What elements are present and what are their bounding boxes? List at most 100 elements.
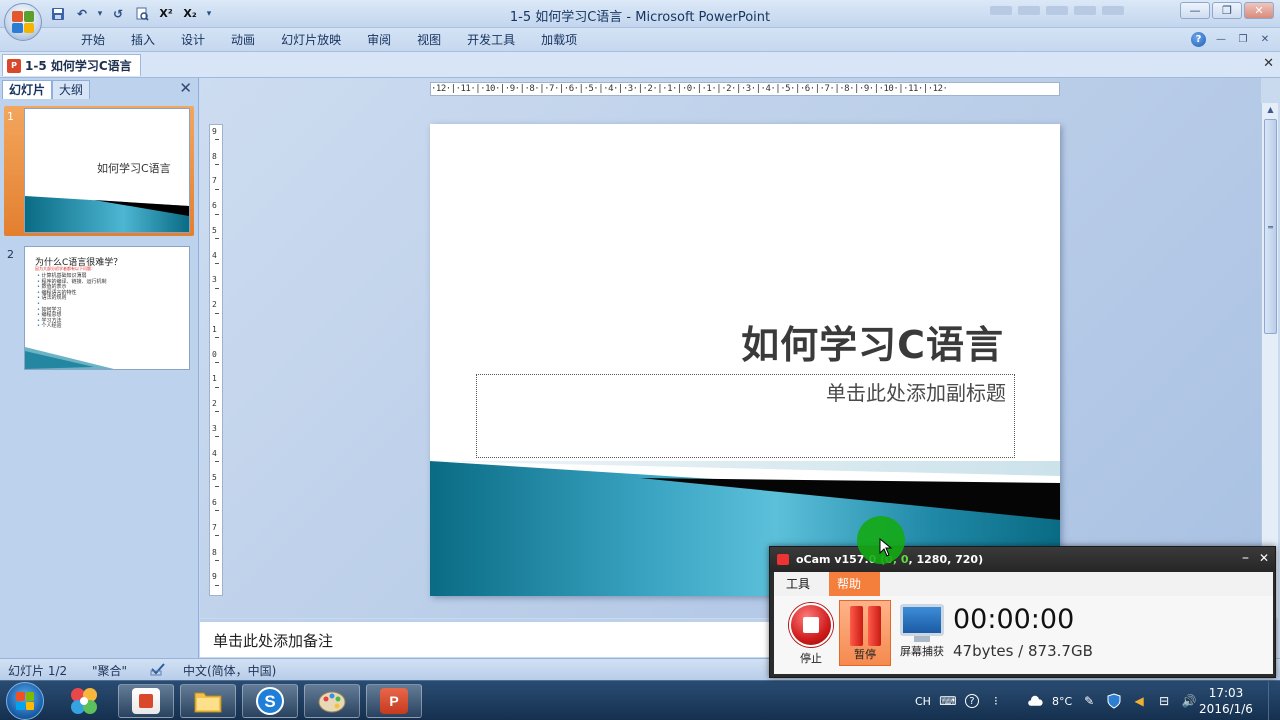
slides-panel: 幻灯片 大纲 ✕ 1 如何学习C语言 2 为什么C语言很难学？ 因为大部分初学者… [0,78,199,658]
ruler-label: 5 [212,225,217,235]
document-close-icon[interactable]: ✕ [1263,56,1274,71]
ocam-close-button[interactable]: ✕ [1259,551,1269,566]
tab-view[interactable]: 视图 [404,32,454,48]
svg-text:S: S [264,692,275,711]
tab-slides[interactable]: 幻灯片 [2,80,53,99]
shield-icon[interactable] [1106,693,1122,709]
ruler-label: 2 [212,399,217,409]
screen-capture-button[interactable]: 屏幕捕获 [894,600,950,666]
system-clock[interactable]: 17:03 2016/1/6 [1196,685,1256,717]
office-button[interactable] [4,3,42,41]
taskbar-app-photos[interactable] [56,684,112,718]
ruler-label: 9 [212,572,217,582]
clock-date: 2016/1/6 [1199,702,1253,716]
taskbar-app-sogou[interactable]: S [242,684,298,718]
stop-button[interactable]: 停止 [785,600,837,666]
input-language-indicator[interactable]: CH [915,695,931,708]
panel-close-icon[interactable]: ✕ [179,79,192,97]
ruler-tick [215,436,219,438]
keyboard-icon[interactable]: ⌨ [939,693,956,709]
ocam-title-bar[interactable]: oCam v157.0 (0, 0, 1280, 720) – ✕ [770,547,1275,572]
stop-icon [789,603,833,647]
edit-tool-icon[interactable]: ✎ [1081,693,1097,709]
tab-insert[interactable]: 插入 [118,32,168,48]
pause-button[interactable]: 暂停 [839,600,891,666]
monitor-icon [900,604,944,636]
show-desktop-button[interactable] [1268,681,1280,720]
menu-tools[interactable]: 工具 [778,572,818,596]
ruler-tick [215,188,219,190]
tab-review[interactable]: 审阅 [354,32,404,48]
thumbnail-wave-graphic [25,347,114,369]
start-button[interactable] [6,682,44,720]
slide-title[interactable]: 如何学习C语言 [741,314,1004,369]
menu-help[interactable]: 帮助 [829,572,880,596]
ocam-menu-bar: 工具 帮助 [774,572,1273,596]
ruler-tick [215,411,219,413]
thumbnail-title: 如何学习C语言 [97,162,171,175]
input-method-icon[interactable]: ⁝ [988,693,1004,709]
tab-home[interactable]: 开始 [68,32,118,48]
thumbnail-bullets: 计算机基础知识薄弱 程序的编译、链接、运行机制 数值的表示 编程语言的特性 语法… [37,273,107,330]
tab-addins[interactable]: 加载项 [528,32,590,48]
doc-close-button[interactable]: ✕ [1258,34,1272,45]
minimize-button[interactable]: — [1180,2,1210,19]
ruler-tick [215,213,219,215]
doc-minimize-button[interactable]: — [1214,34,1228,45]
help-icon[interactable]: ? [964,694,979,708]
ruler-label: 4 [212,448,217,458]
ribbon-tabs-bar: 开始 插入 设计 动画 幻灯片放映 审阅 视图 开发工具 加载项 ? — ❐ ✕ [0,28,1280,52]
slide-count: 幻灯片 1/2 [8,664,68,678]
scroll-up-icon[interactable]: ▲ [1263,103,1278,117]
volume-icon[interactable]: 🔊 [1181,693,1197,709]
temperature-label[interactable]: 8°C [1052,695,1072,708]
subtitle-placeholder-box[interactable]: 单击此处添加副标题 [476,374,1015,458]
ruler-label: 5 [212,473,217,483]
taskbar: S P CH ⌨ ? ⁝ 8°C ✎ ◀ ⊟ 🔊 17:03 2016/1/6 [0,680,1280,720]
pinwheel-icon [71,688,97,714]
ruler-tick [215,312,219,314]
close-button[interactable]: ✕ [1244,2,1274,19]
slide-thumbnail-1[interactable]: 如何学习C语言 [24,108,190,233]
tab-developer[interactable]: 开发工具 [454,32,528,48]
clock-time: 17:03 [1208,686,1244,700]
language-indicator[interactable]: 中文(简体，中国) [183,662,276,679]
system-tray: CH ⌨ ? ⁝ 8°C ✎ ◀ ⊟ 🔊 [915,681,1197,720]
vertical-scrollbar[interactable]: ▲ ═ [1261,103,1278,618]
doc-restore-button[interactable]: ❐ [1236,34,1250,45]
weather-cloud-icon[interactable] [1027,693,1043,709]
theme-name[interactable]: "聚合" [92,662,127,679]
notes-placeholder: 单击此处添加备注 [213,632,334,650]
tab-animation[interactable]: 动画 [218,32,268,48]
spellcheck-icon[interactable] [150,662,166,676]
help-icon[interactable]: ? [1191,32,1206,47]
slide-thumbnail-2[interactable]: 为什么C语言很难学？ 因为大部分初学者都有以下问题： 计算机基础知识薄弱 程序的… [24,246,190,370]
network-icon[interactable]: ⊟ [1156,693,1172,709]
ruler-tick [215,584,219,586]
ruler-tick [215,535,219,537]
sogou-icon: S [256,687,284,715]
ocam-recorder-window: oCam v157.0 (0, 0, 1280, 720) – ✕ 工具 帮助 … [769,546,1276,678]
ruler-tick [215,460,219,462]
tab-design[interactable]: 设计 [168,32,218,48]
tab-slideshow[interactable]: 幻灯片放映 [268,32,354,48]
speaker-icon[interactable]: ◀ [1131,693,1147,709]
ruler-label: 1 [212,324,217,334]
taskbar-app-paint[interactable] [304,684,360,718]
window-controls: — ❐ ✕ [1180,2,1274,19]
capture-label: 屏幕捕获 [900,645,944,658]
tab-outline[interactable]: 大纲 [52,80,91,99]
document-tab-bar: P 1-5 如何学习C语言 ✕ [0,52,1280,78]
taskbar-app-powerpoint-viewer[interactable] [118,684,174,718]
document-tab[interactable]: P 1-5 如何学习C语言 [2,54,141,76]
thumbnail-subtitle: 因为大部分初学者都有以下问题： [35,266,95,271]
ruler-label: 7 [212,522,217,532]
taskbar-app-powerpoint[interactable]: P [366,684,422,718]
maximize-button[interactable]: ❐ [1212,2,1242,19]
ocam-minimize-button[interactable]: – [1242,550,1249,566]
palette-icon [318,691,346,713]
taskbar-app-explorer[interactable] [180,684,236,718]
notes-pane[interactable]: 单击此处添加备注 [200,619,780,657]
slide-canvas[interactable]: 如何学习C语言 单击此处添加副标题 [430,124,1060,596]
ruler-label: 3 [212,423,217,433]
